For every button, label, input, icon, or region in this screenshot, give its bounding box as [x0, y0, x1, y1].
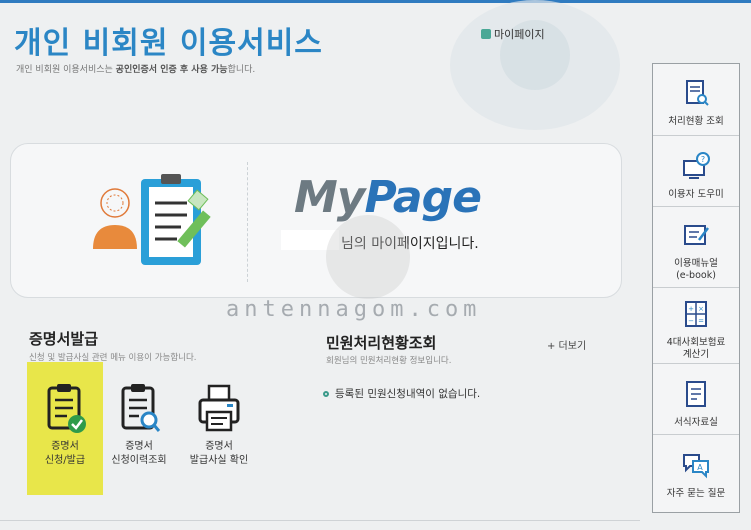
cert-history-button[interactable]: 증명서 신청이력조회: [104, 380, 174, 480]
svg-text:A: A: [697, 463, 703, 472]
faq-chat-icon: A: [683, 454, 709, 479]
page-subtitle: 개인 비회원 이용서비스는 공인인증서 인증 후 사용 가능합니다.: [16, 65, 256, 75]
cert-verify-button[interactable]: 증명서 발급사실 확인: [180, 380, 258, 480]
page-title: 개인 비회원 이용서비스: [14, 26, 323, 61]
status-section-desc: 회원님의 민원처리현황 정보입니다.: [326, 356, 452, 366]
quick-menu-panel: 처리현황 조회 ? 이용자 도우미 이용매뉴얼 (e-book) + × − =…: [652, 63, 740, 513]
more-link[interactable]: + 더보기: [547, 337, 586, 352]
printer-icon: [198, 384, 240, 432]
quick-menu-manual[interactable]: 이용매뉴얼 (e-book): [653, 208, 739, 288]
quick-menu-forms[interactable]: 서식자료실: [653, 365, 739, 435]
clipboard-check-icon: [47, 384, 86, 433]
quick-menu-faq[interactable]: A 자주 묻는 질문: [653, 436, 739, 512]
cert-apply-issue-button[interactable]: 증명서 신청/발급: [27, 362, 103, 495]
svg-text:?: ?: [701, 155, 705, 164]
form-document-icon: [686, 381, 706, 407]
status-section-title: 민원처리현황조회: [326, 334, 437, 352]
quick-menu-user-help[interactable]: ? 이용자 도우미: [653, 137, 739, 207]
empty-status-message: 등록된 민원신청내역이 없습니다.: [323, 386, 480, 401]
certificate-section-title: 증명서발급: [29, 330, 99, 348]
svg-text:=: =: [698, 317, 704, 325]
help-monitor-icon: ?: [683, 152, 710, 179]
manual-edit-icon: [684, 225, 709, 245]
clipboard-illustration-icon: [93, 174, 211, 265]
mypage-banner: MyPage 님의 마이페이지입니다.: [10, 143, 622, 298]
bullet-icon: [323, 390, 329, 397]
calculator-icon: + × − =: [685, 301, 707, 327]
mypage-logo: MyPage: [294, 172, 482, 223]
watermark-text: antennagom.com: [226, 297, 482, 322]
watermark-logo: [326, 215, 410, 299]
svg-text:+: +: [688, 305, 694, 313]
quick-menu-insurance-calculator[interactable]: + × − = 4대사회보험료 계산기: [653, 289, 739, 364]
svg-text:−: −: [688, 317, 694, 325]
bottom-divider: [0, 520, 640, 521]
top-accent-line: [0, 0, 751, 3]
svg-text:×: ×: [698, 305, 704, 313]
home-icon: [481, 29, 491, 39]
banner-divider: [247, 162, 248, 282]
quick-menu-status-lookup[interactable]: 처리현황 조회: [653, 64, 739, 136]
document-search-icon: [686, 80, 709, 106]
mypage-link[interactable]: 마이페이지: [481, 26, 545, 42]
clipboard-search-icon: [121, 384, 161, 432]
